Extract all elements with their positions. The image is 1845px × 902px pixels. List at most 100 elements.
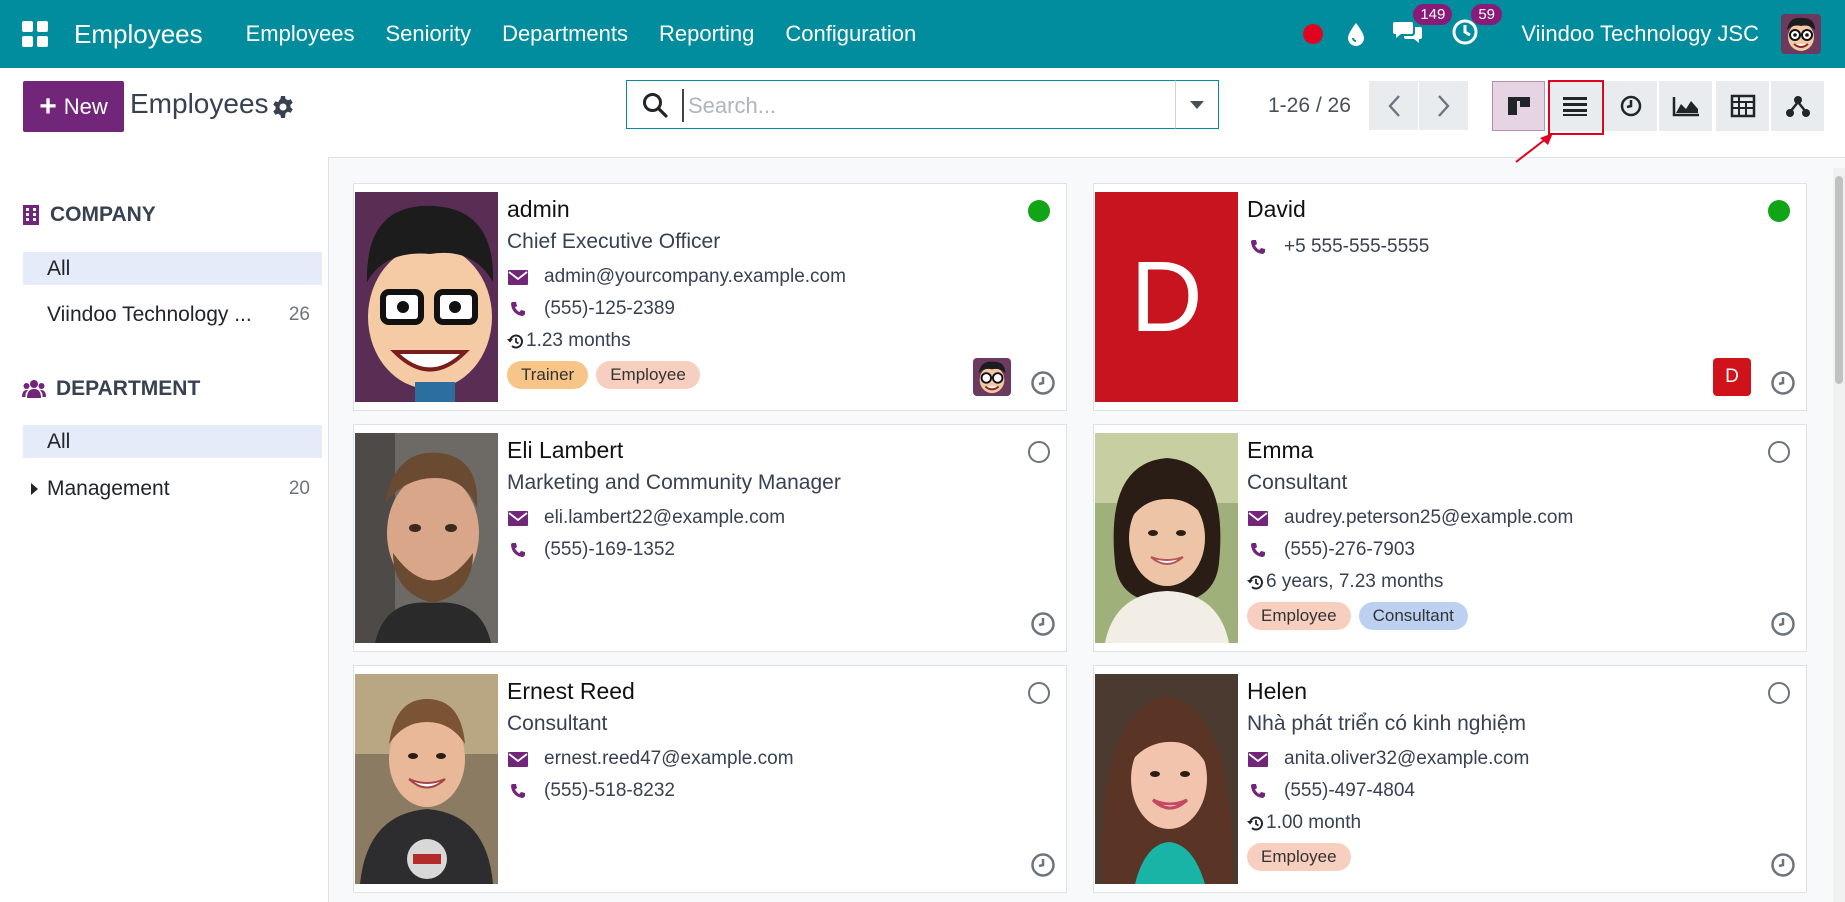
company-section-header: COMPANY — [22, 203, 156, 227]
department-filter-all[interactable]: All — [23, 425, 322, 458]
menu-configuration[interactable]: Configuration — [785, 21, 916, 47]
top-navbar: Employees Employees Seniority Department… — [0, 0, 1845, 68]
view-hierarchy-button[interactable] — [1771, 81, 1824, 131]
search-options-toggle[interactable] — [1175, 80, 1219, 129]
employee-card-david[interactable]: D David +5 555-555-5555 D — [1093, 183, 1807, 411]
view-kanban-button[interactable] — [1492, 81, 1545, 131]
employee-phone[interactable]: (555)-518-8232 — [544, 780, 675, 802]
pager-value[interactable]: 1-26 / 26 — [1268, 94, 1351, 118]
employee-job: Marketing and Community Manager — [507, 471, 841, 494]
related-user-avatar[interactable] — [973, 358, 1011, 396]
history-icon — [1247, 813, 1264, 833]
pager-next-button[interactable] — [1419, 81, 1468, 130]
filter-label: All — [47, 256, 71, 280]
history-icon — [507, 331, 524, 351]
app-brand[interactable]: Employees — [74, 19, 203, 50]
filter-label: All — [47, 429, 71, 453]
activity-clock-icon[interactable] — [1770, 852, 1796, 878]
search-input[interactable] — [682, 89, 1200, 122]
scrollbar-thumb[interactable] — [1835, 176, 1843, 384]
employee-email[interactable]: admin@yourcompany.example.com — [544, 266, 846, 288]
employee-seniority-row: 1.00 month — [1247, 812, 1361, 834]
caret-down-icon — [1190, 100, 1204, 109]
employee-phone[interactable]: (555)-497-4804 — [1284, 780, 1415, 802]
employee-phone[interactable]: +5 555-555-5555 — [1284, 236, 1429, 258]
recording-indicator-icon[interactable] — [1303, 24, 1324, 44]
new-button[interactable]: + New — [23, 81, 124, 132]
employee-phone-row: (555)-125-2389 — [507, 298, 675, 320]
employee-phone-row: (555)-497-4804 — [1247, 780, 1415, 802]
filter-count: 26 — [288, 303, 310, 325]
activity-clock-icon[interactable] — [1030, 370, 1056, 396]
employee-phone[interactable]: (555)-276-7903 — [1284, 539, 1415, 561]
menu-reporting[interactable]: Reporting — [659, 21, 754, 47]
activity-clock-icon[interactable] — [1030, 611, 1056, 637]
envelope-icon — [1247, 508, 1269, 528]
employee-tags: Employee — [1247, 843, 1359, 871]
employee-card-helen[interactable]: Helen Nhà phát triển có kinh nghiệm anit… — [1093, 665, 1807, 893]
search-box[interactable] — [626, 80, 1218, 129]
company-switcher[interactable]: Viindoo Technology JSC — [1521, 21, 1759, 47]
plus-icon: + — [39, 89, 57, 123]
tag-trainer: Trainer — [507, 361, 589, 389]
menu-employees[interactable]: Employees — [246, 21, 355, 47]
department-filter-management[interactable]: Management 20 — [23, 472, 322, 505]
phone-icon — [507, 781, 529, 801]
employee-seniority: 6 years, 7.23 months — [1266, 571, 1444, 592]
kanban-icon — [1507, 97, 1530, 115]
employee-phone[interactable]: (555)-125-2389 — [544, 298, 675, 320]
view-list-button[interactable] — [1548, 81, 1601, 131]
presence-online-icon — [1768, 200, 1790, 222]
employee-card-ernest-reed[interactable]: Ernest Reed Consultant ernest.reed47@exa… — [353, 665, 1067, 893]
activity-clock-icon[interactable] — [1770, 370, 1796, 396]
related-user-avatar[interactable]: D — [1713, 358, 1751, 396]
app-menu-icon[interactable] — [22, 21, 48, 47]
activities-icon[interactable]: 59 — [1451, 3, 1502, 51]
activity-clock-icon[interactable] — [1030, 852, 1056, 878]
users-icon — [22, 380, 46, 398]
vertical-scrollbar[interactable] — [1833, 168, 1845, 902]
menu-seniority[interactable]: Seniority — [385, 21, 471, 47]
employee-card-admin[interactable]: admin Chief Executive Officer admin@your… — [353, 183, 1067, 411]
activity-clock-icon[interactable] — [1770, 611, 1796, 637]
presence-online-icon — [1028, 200, 1050, 222]
building-icon — [23, 205, 39, 225]
pager-previous-button[interactable] — [1369, 81, 1418, 130]
menu-departments[interactable]: Departments — [502, 21, 628, 47]
presence-offline-icon — [1028, 682, 1050, 704]
employee-initial-placeholder: D — [1095, 192, 1238, 402]
employee-card-emma[interactable]: Emma Consultant audrey.peterson25@exampl… — [1093, 424, 1807, 652]
page-title: Employees — [130, 88, 269, 119]
employee-name: Eli Lambert — [507, 437, 624, 463]
filter-label: Viindoo Technology ... — [47, 302, 252, 326]
company-filter-all[interactable]: All — [23, 252, 322, 285]
employee-phone[interactable]: (555)-169-1352 — [544, 539, 675, 561]
employee-photo — [355, 192, 498, 402]
company-filter-viindoo[interactable]: Viindoo Technology ... 26 — [23, 298, 322, 331]
caret-right-icon[interactable] — [31, 482, 38, 495]
employee-email[interactable]: audrey.peterson25@example.com — [1284, 507, 1573, 529]
messages-badge: 149 — [1413, 3, 1453, 25]
view-pivot-button[interactable] — [1716, 81, 1769, 131]
gear-icon[interactable] — [271, 95, 295, 119]
list-icon — [1562, 97, 1587, 116]
view-activity-button[interactable] — [1604, 81, 1657, 131]
employee-job: Nhà phát triển có kinh nghiệm — [1247, 712, 1526, 735]
user-avatar[interactable] — [1781, 14, 1821, 54]
employee-name: David — [1247, 196, 1306, 222]
phone-icon — [507, 299, 529, 319]
employee-email[interactable]: eli.lambert22@example.com — [544, 507, 785, 529]
employee-email[interactable]: anita.oliver32@example.com — [1284, 748, 1529, 770]
messages-icon[interactable]: 149 — [1393, 3, 1453, 51]
employee-job: Chief Executive Officer — [507, 230, 721, 253]
water-drop-icon[interactable] — [1345, 21, 1367, 47]
activity-clock-icon — [1620, 95, 1641, 117]
employee-email[interactable]: ernest.reed47@example.com — [544, 748, 794, 770]
search-icon — [643, 93, 668, 118]
employee-card-eli-lambert[interactable]: Eli Lambert Marketing and Community Mana… — [353, 424, 1067, 652]
view-graph-button[interactable] — [1659, 81, 1712, 131]
employee-name: Helen — [1247, 678, 1308, 704]
department-section-title: DEPARTMENT — [56, 377, 201, 400]
chevron-right-icon — [1437, 94, 1450, 117]
employee-email-row: ernest.reed47@example.com — [507, 748, 794, 770]
